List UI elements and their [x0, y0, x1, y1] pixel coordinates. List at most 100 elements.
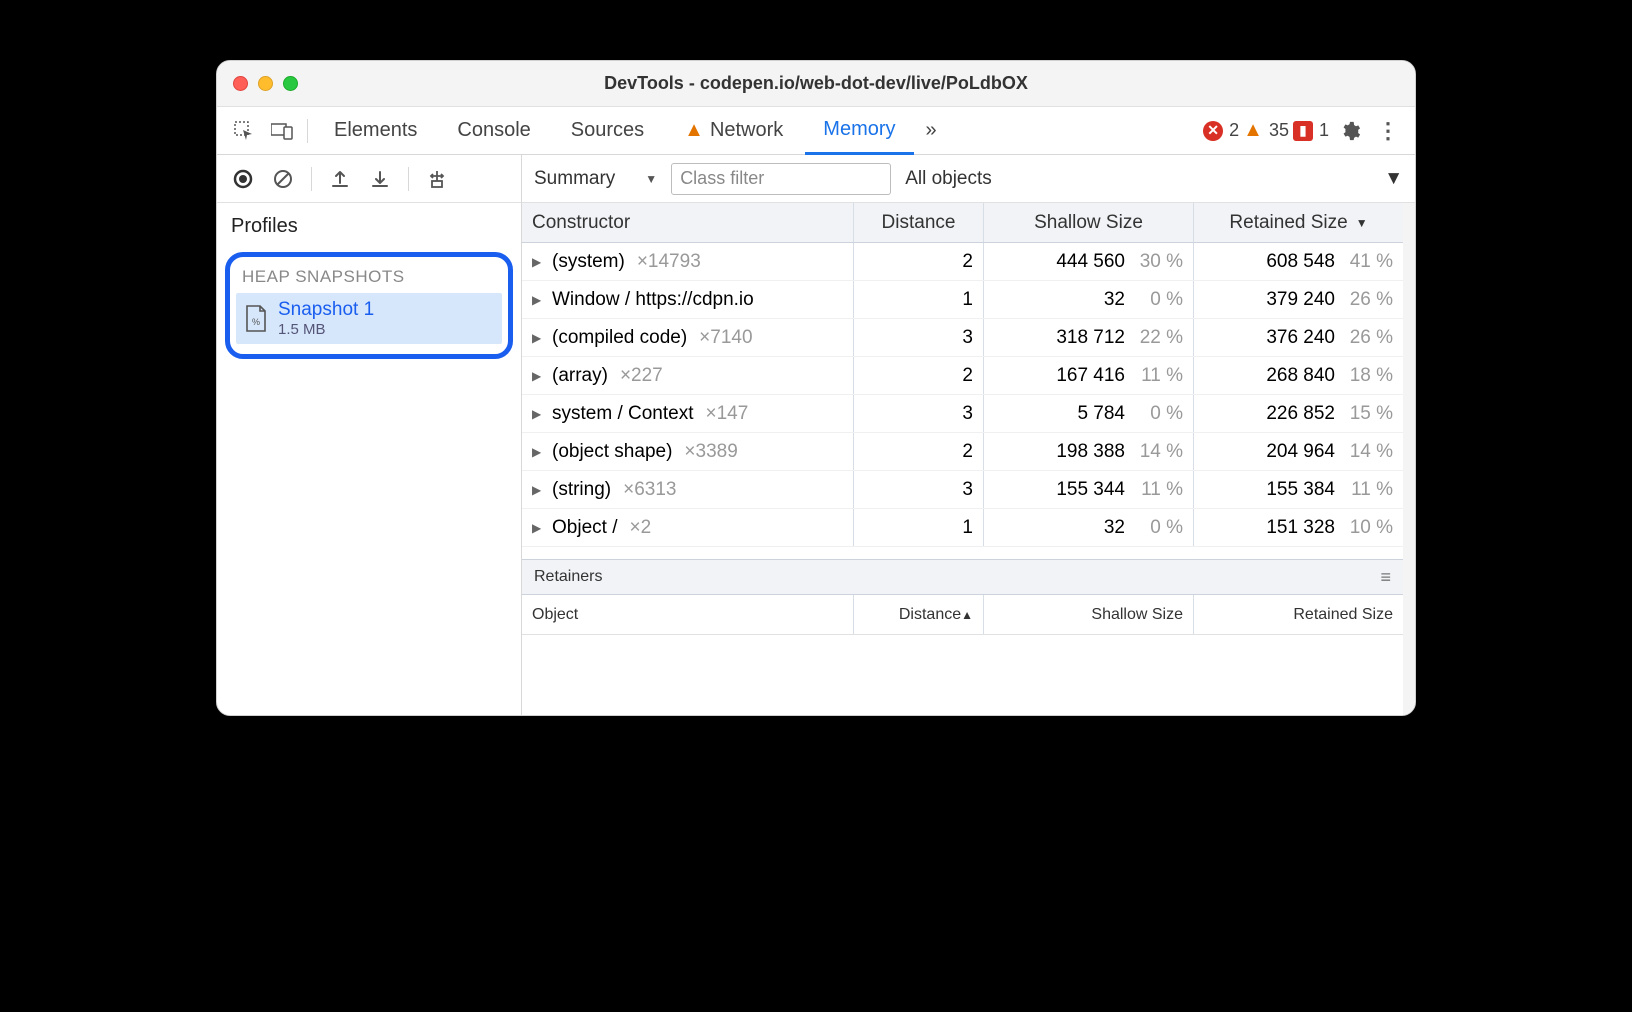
profiles-heading: Profiles [217, 203, 521, 246]
devtools-tabbar: Elements Console Sources ▲ Network Memor… [217, 107, 1415, 155]
scrollbar[interactable] [1403, 203, 1415, 715]
col-shallow-header[interactable]: Shallow Size [983, 203, 1193, 242]
warning-icon: ▲ [684, 119, 704, 142]
device-toolbar-icon[interactable] [265, 114, 299, 148]
tabs-overflow-button[interactable]: » [918, 107, 945, 155]
inspect-element-icon[interactable] [227, 114, 261, 148]
sort-ascending-icon: ▲ [961, 608, 973, 622]
retainers-section-header[interactable]: Retainers ≡ [522, 559, 1403, 595]
col-constructor-header[interactable]: Constructor [522, 203, 853, 242]
retained-size-pct: 11 % [1343, 479, 1393, 501]
instance-count: ×147 [706, 403, 749, 425]
table-row[interactable]: ▶Object / ×21320 %151 32810 % [522, 509, 1403, 547]
expand-icon[interactable]: ▶ [532, 407, 544, 421]
table-row[interactable]: ▶(compiled code) ×71403318 71222 %376 24… [522, 319, 1403, 357]
table-row[interactable]: ▶(object shape) ×33892198 38814 %204 964… [522, 433, 1403, 471]
titlebar: DevTools - codepen.io/web-dot-dev/live/P… [217, 61, 1415, 107]
retainers-col-object[interactable]: Object [522, 595, 853, 634]
options-dropdown[interactable]: ▼ [1384, 168, 1403, 190]
view-dropdown[interactable]: Summary ▼ [534, 168, 657, 190]
error-icon: ✕ [1203, 121, 1223, 141]
warning-count-value: 35 [1269, 120, 1289, 141]
save-button[interactable] [364, 163, 396, 195]
message-count[interactable]: ▮ 1 [1293, 120, 1329, 141]
settings-button[interactable] [1333, 114, 1367, 148]
retained-size-value: 608 548 [1266, 251, 1335, 273]
divider [307, 119, 308, 143]
col-retained-header[interactable]: Retained Size ▼ [1193, 203, 1403, 242]
shallow-size-value: 5 784 [1077, 403, 1125, 425]
warning-count[interactable]: ▲ 35 [1243, 119, 1289, 142]
distance-value: 3 [962, 327, 973, 349]
more-menu-button[interactable]: ⋮ [1371, 114, 1405, 148]
clear-button[interactable] [267, 163, 299, 195]
close-window-button[interactable] [233, 76, 248, 91]
memory-panel: Profiles HEAP SNAPSHOTS % Snapshot 1 1.5… [217, 155, 1415, 715]
warning-icon: ▲ [1243, 119, 1263, 142]
expand-icon[interactable]: ▶ [532, 521, 544, 535]
constructor-name: (string) [552, 479, 611, 501]
retained-size-value: 379 240 [1266, 289, 1335, 311]
retained-size-pct: 10 % [1343, 517, 1393, 539]
distance-value: 1 [962, 517, 973, 539]
minimize-window-button[interactable] [258, 76, 273, 91]
expand-icon[interactable]: ▶ [532, 293, 544, 307]
instance-count: ×227 [620, 365, 663, 387]
retained-size-pct: 26 % [1343, 289, 1393, 311]
tab-console[interactable]: Console [439, 107, 548, 155]
tab-network[interactable]: ▲ Network [666, 107, 801, 155]
table-row[interactable]: ▶(array) ×2272167 41611 %268 84018 % [522, 357, 1403, 395]
expand-icon[interactable]: ▶ [532, 369, 544, 383]
constructors-table: Constructor Distance Shallow Size Retain… [522, 203, 1403, 559]
shallow-size-pct: 0 % [1133, 517, 1183, 539]
retained-size-pct: 14 % [1343, 441, 1393, 463]
table-row[interactable]: ▶(system) ×147932444 56030 %608 54841 % [522, 243, 1403, 281]
snapshot-item[interactable]: % Snapshot 1 1.5 MB [236, 293, 502, 344]
scope-dropdown[interactable]: All objects [905, 168, 992, 190]
shallow-size-pct: 0 % [1133, 403, 1183, 425]
retainers-col-retained[interactable]: Retained Size [1193, 595, 1403, 634]
table-row[interactable]: ▶Window / https://cdpn.io1320 %379 24026… [522, 281, 1403, 319]
tab-elements[interactable]: Elements [316, 107, 435, 155]
expand-icon[interactable]: ▶ [532, 445, 544, 459]
tab-memory[interactable]: Memory [805, 107, 913, 155]
error-count-value: 2 [1229, 120, 1239, 141]
tab-sources[interactable]: Sources [553, 107, 662, 155]
expand-icon[interactable]: ▶ [532, 331, 544, 345]
chevron-down-icon: ▼ [1384, 168, 1403, 189]
tab-label: Network [710, 119, 783, 142]
record-button[interactable] [227, 163, 259, 195]
constructor-name: Window / https://cdpn.io [552, 289, 754, 311]
class-filter-input[interactable] [671, 163, 891, 195]
overflow-label: » [926, 119, 937, 142]
expand-icon[interactable]: ▶ [532, 483, 544, 497]
divider [408, 167, 409, 191]
retained-size-pct: 26 % [1343, 327, 1393, 349]
constructor-name: Object / [552, 517, 617, 539]
retainers-col-shallow[interactable]: Shallow Size [983, 595, 1193, 634]
tab-label: Elements [334, 119, 417, 142]
heap-snapshots-section-label: HEAP SNAPSHOTS [236, 263, 502, 293]
snapshot-file-icon: % [244, 305, 268, 333]
table-row[interactable]: ▶system / Context ×14735 7840 %226 85215… [522, 395, 1403, 433]
instance-count: ×7140 [699, 327, 752, 349]
expand-icon[interactable]: ▶ [532, 255, 544, 269]
table-body[interactable]: ▶(system) ×147932444 56030 %608 54841 %▶… [522, 243, 1403, 559]
col-distance-header[interactable]: Distance [853, 203, 983, 242]
profiles-sidebar: Profiles HEAP SNAPSHOTS % Snapshot 1 1.5… [217, 155, 522, 715]
zoom-window-button[interactable] [283, 76, 298, 91]
gear-icon [1339, 120, 1361, 142]
retained-size-pct: 41 % [1343, 251, 1393, 273]
retained-size-pct: 18 % [1343, 365, 1393, 387]
table-row[interactable]: ▶(string) ×63133155 34411 %155 38411 % [522, 471, 1403, 509]
instance-count: ×14793 [637, 251, 701, 273]
retainers-col-distance[interactable]: Distance ▲ [853, 595, 983, 634]
constructor-name: system / Context [552, 403, 694, 425]
constructor-name: (system) [552, 251, 625, 273]
load-button[interactable] [324, 163, 356, 195]
constructor-name: (object shape) [552, 441, 672, 463]
instance-count: ×2 [629, 517, 651, 539]
error-count[interactable]: ✕ 2 [1203, 120, 1239, 141]
garbage-collect-button[interactable] [421, 163, 453, 195]
retainers-menu-icon[interactable]: ≡ [1380, 567, 1391, 588]
